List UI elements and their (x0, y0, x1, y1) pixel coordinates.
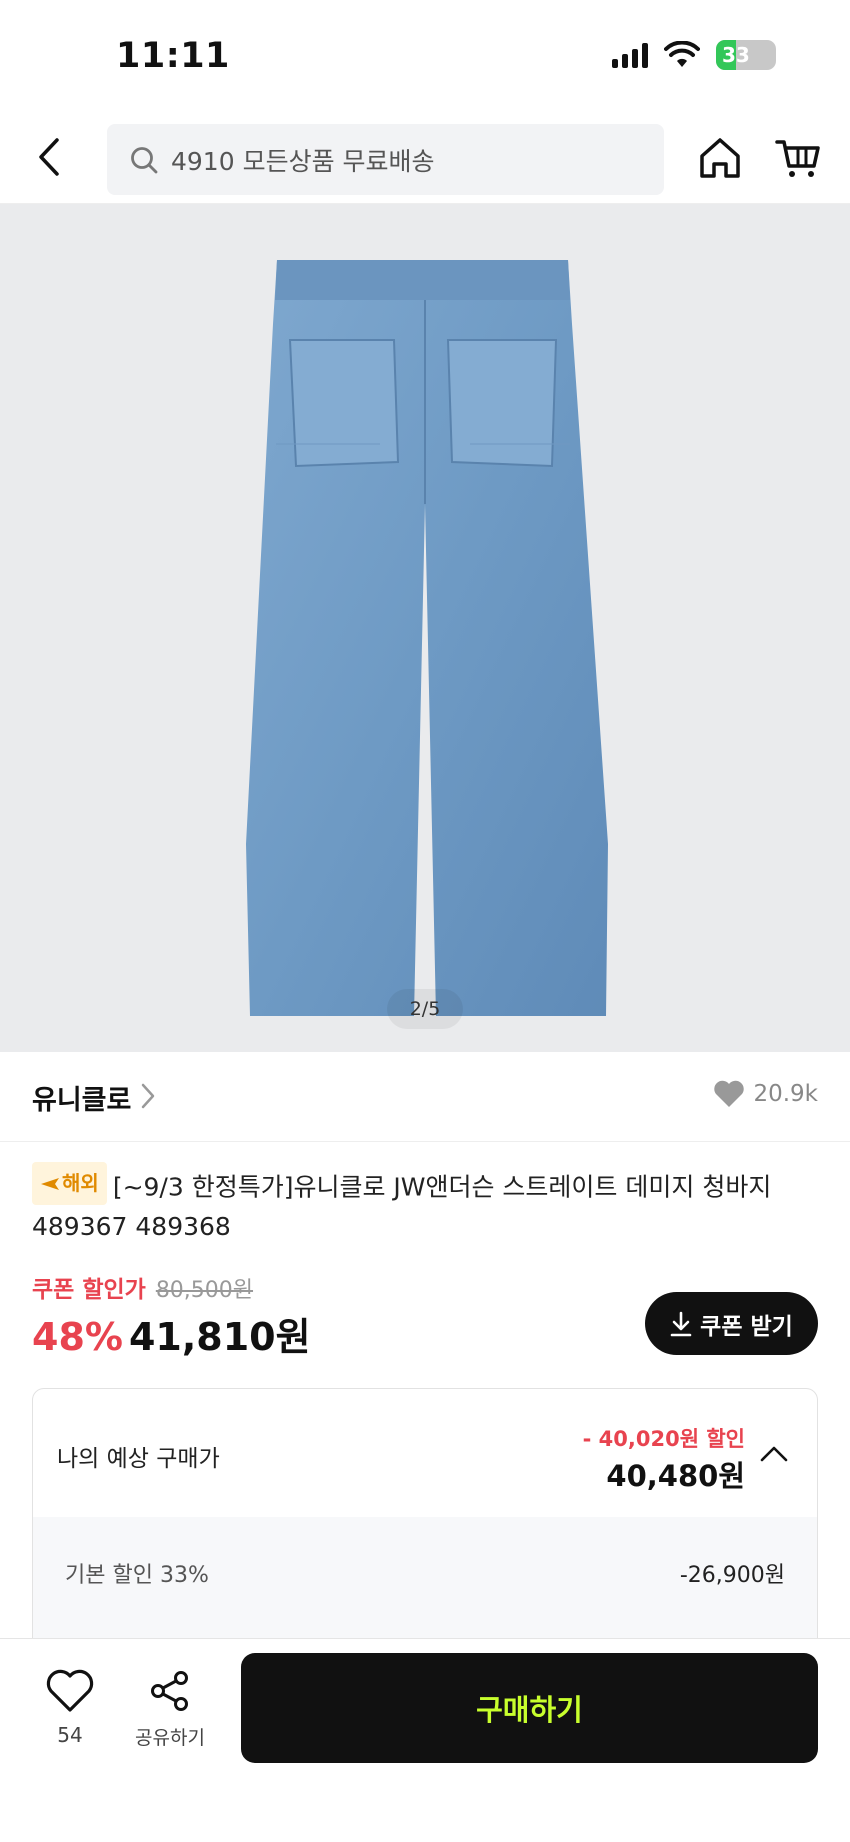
back-button[interactable] (0, 110, 100, 204)
price-label-row: 쿠폰 할인가 80,500원 (32, 1270, 253, 1304)
share-button[interactable]: 공유하기 (132, 1669, 208, 1750)
home-icon (700, 138, 740, 178)
chevron-left-icon (39, 137, 59, 176)
product-title-block: 해외 [~9/3 한정특가]유니클로 JW앤더슨 스트레이트 데미지 청바지 4… (32, 1162, 822, 1246)
share-icon (151, 1671, 188, 1711)
battery-icon: 33 (716, 40, 776, 70)
estimate-discount: - 40,020원 할인 (582, 1427, 745, 1451)
nav-bar: 4910 모든상품 무료배송 (0, 110, 850, 204)
cart-button[interactable] (774, 134, 822, 182)
status-icons: 33 (612, 40, 776, 70)
price-row: 48% 41,810원 (32, 1306, 311, 1361)
overseas-badge: 해외 (32, 1162, 107, 1205)
detail-label: 기본 할인 33% (65, 1563, 209, 1588)
original-price: 80,500원 (155, 1278, 254, 1303)
estimate-toggle[interactable]: 나의 예상 구매가 - 40,020원 할인 40,480원 (33, 1389, 817, 1517)
buy-button[interactable]: 구매하기 (241, 1653, 818, 1763)
status-bar: 11:11 33 (0, 0, 850, 110)
airplane-icon (41, 1177, 59, 1190)
badge-label: 해외 (62, 1171, 99, 1195)
search-placeholder: 4910 모든상품 무료배송 (171, 146, 435, 176)
estimate-label: 나의 예상 구매가 (57, 1446, 220, 1472)
final-price: 41,810원 (128, 1315, 311, 1359)
coupon-price-label: 쿠폰 할인가 (32, 1277, 146, 1303)
discount-rate: 48% (32, 1315, 123, 1359)
like-button[interactable]: 20.9k (713, 1080, 818, 1108)
image-counter: 2/5 (387, 989, 463, 1029)
estimate-price: 40,480원 (606, 1459, 745, 1493)
like-count: 20.9k (753, 1081, 818, 1107)
cart-icon (775, 140, 820, 177)
search-icon (131, 146, 158, 173)
search-input[interactable]: 4910 모든상품 무료배송 (107, 124, 664, 195)
battery-level: 33 (722, 43, 750, 67)
status-time: 11:11 (116, 36, 230, 76)
bottom-action-bar: 54 공유하기 구매하기 (0, 1638, 850, 1842)
download-icon (670, 1311, 692, 1336)
detail-row: 기본 할인 33% -26,900원 (65, 1557, 785, 1589)
brand-link[interactable]: 유니클로 (32, 1078, 131, 1117)
home-button[interactable] (696, 134, 744, 182)
wifi-icon (664, 41, 700, 67)
heart-filled-icon (714, 1080, 745, 1107)
detail-value: -26,900원 (679, 1563, 785, 1588)
chevron-up-icon (760, 1446, 788, 1462)
heart-icon (46, 1669, 94, 1712)
coupon-download-button[interactable]: 쿠폰 받기 (645, 1292, 818, 1355)
chevron-right-icon (141, 1083, 155, 1109)
jeans-image (246, 260, 608, 1016)
signal-icon (612, 42, 648, 68)
wishlist-button[interactable]: 54 (40, 1669, 100, 1747)
coupon-button-label: 쿠폰 받기 (700, 1313, 793, 1340)
wishlist-count: 54 (57, 1723, 83, 1747)
brand-row: 유니클로 20.9k (0, 1052, 850, 1142)
product-title: [~9/3 한정특가]유니클로 JW앤더슨 스트레이트 데미지 청바지 4893… (32, 1172, 772, 1241)
share-label: 공유하기 (135, 1727, 205, 1749)
product-image-carousel[interactable]: 2/5 (0, 204, 850, 1052)
